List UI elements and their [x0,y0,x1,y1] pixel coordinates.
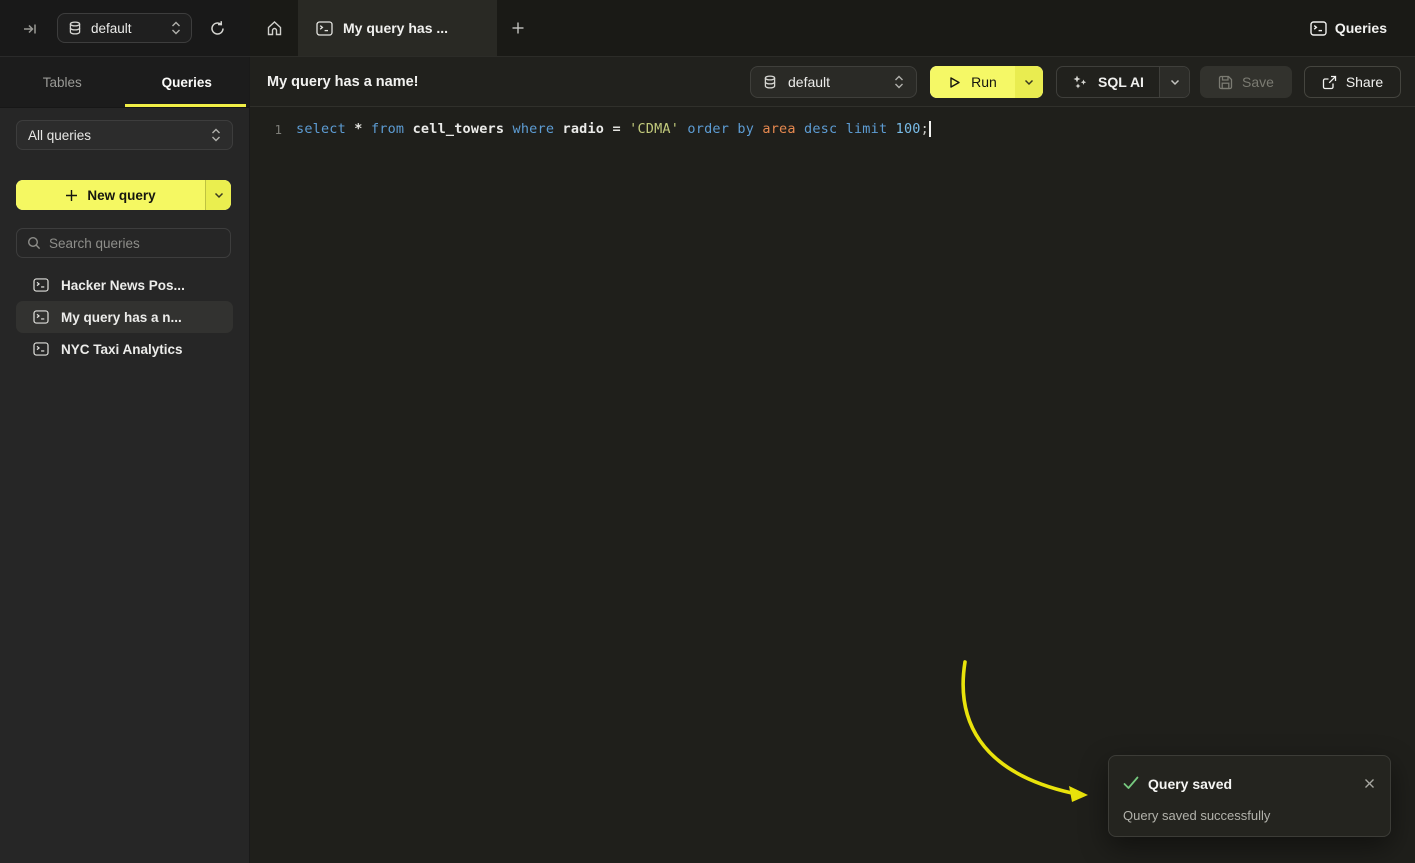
new-query-label: New query [87,188,155,203]
database-icon [68,21,82,36]
toast-message: Query saved successfully [1123,808,1270,823]
topbar-left: default [0,0,250,57]
search-queries-box [16,228,231,258]
home-button[interactable] [250,0,298,56]
query-item-label: NYC Taxi Analytics [61,342,183,357]
check-icon [1123,776,1139,790]
new-tab-button[interactable] [508,18,528,38]
toast-title: Query saved [1148,776,1232,792]
collapse-sidebar-icon [22,21,38,37]
sidebar-tab-queries[interactable]: Queries [125,57,250,107]
editor-database-value: default [788,74,894,90]
query-terminal-icon [33,342,49,356]
share-icon [1322,75,1337,90]
toast-close-button[interactable] [1360,774,1378,792]
refresh-button[interactable] [207,18,227,38]
code-line-1[interactable]: 1 select * from cell_towers where radio … [250,118,1415,140]
home-icon [266,20,283,37]
sql-code: select * from cell_towers where radio = … [296,121,929,137]
run-options-dropdown[interactable] [1015,66,1043,98]
play-icon [948,76,961,89]
plus-icon [511,21,525,35]
run-button[interactable]: Run [930,66,1043,98]
query-list: Hacker News Pos... My query has a n... N… [16,269,233,365]
plus-icon [65,189,78,202]
app-window: default My query has ... [0,0,1415,863]
search-icon [27,236,41,250]
chevrons-updown-icon [171,21,181,35]
editor-header: My query has a name! default Run [250,57,1415,107]
sidebar: Tables Queries All queries New query [0,57,250,863]
tab-label: My query has ... [343,20,448,36]
chevrons-updown-icon [894,75,904,89]
close-icon [1364,778,1375,789]
query-terminal-icon [1310,21,1327,36]
queries-panel-label: Queries [1335,20,1387,36]
queries-panel-toggle[interactable]: Queries [1310,0,1387,56]
topbar-right: My query has ... Queries [250,0,1415,57]
sql-editor[interactable]: 1 select * from cell_towers where radio … [250,108,1415,863]
save-button[interactable]: Save [1200,66,1292,98]
sql-ai-label: SQL AI [1098,74,1144,90]
editor-database-selector[interactable]: default [750,66,917,98]
query-list-item[interactable]: Hacker News Pos... [16,269,233,301]
sidebar-tab-tables[interactable]: Tables [0,57,125,107]
new-query-button[interactable]: New query [16,180,231,210]
sql-ai-button[interactable]: SQL AI [1056,66,1190,98]
chevrons-updown-icon [211,128,221,142]
query-terminal-icon [316,21,333,36]
sql-ai-dropdown[interactable] [1159,67,1189,97]
topbar-database-value: default [91,21,171,36]
query-item-label: My query has a n... [61,310,182,325]
query-list-item-selected[interactable]: My query has a n... [16,301,233,333]
sidebar-tabs: Tables Queries [0,57,249,108]
tab-my-query[interactable]: My query has ... [298,0,497,56]
database-icon [763,75,777,90]
share-button[interactable]: Share [1304,66,1401,98]
share-label: Share [1346,74,1383,90]
sparkles-icon [1072,74,1088,90]
save-label: Save [1242,74,1274,90]
query-title: My query has a name! [267,74,419,90]
refresh-icon [209,20,226,37]
collapse-sidebar-button[interactable] [21,20,39,38]
topbar-database-selector[interactable]: default [57,13,192,43]
query-filter-select[interactable]: All queries [16,120,233,150]
query-terminal-icon [33,278,49,292]
text-cursor [929,121,931,137]
search-queries-input[interactable] [49,236,226,251]
query-list-item[interactable]: NYC Taxi Analytics [16,333,233,365]
new-query-dropdown[interactable] [205,180,231,210]
line-number: 1 [258,122,282,137]
query-filter-value: All queries [28,128,211,143]
run-label: Run [971,74,997,90]
toast-query-saved: Query saved Query saved successfully [1108,755,1391,837]
query-terminal-icon [33,310,49,324]
query-item-label: Hacker News Pos... [61,278,185,293]
save-icon [1218,75,1233,90]
